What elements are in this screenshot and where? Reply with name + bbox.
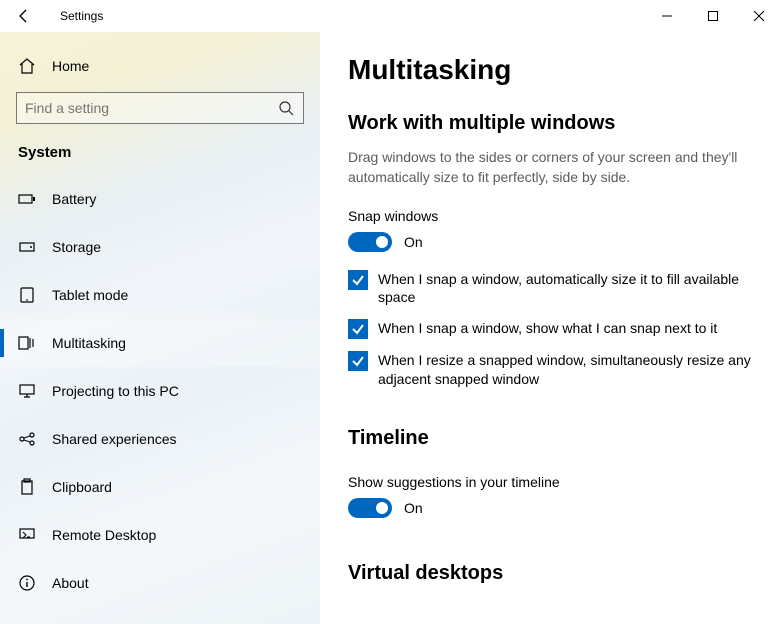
sidebar-item-storage[interactable]: Storage	[0, 223, 320, 271]
shared-icon	[18, 430, 36, 448]
snap-resize-label: When I resize a snapped window, simultan…	[378, 351, 772, 389]
sidebar-item-label: Clipboard	[52, 479, 112, 495]
timeline-toggle-row: On	[348, 498, 772, 518]
sidebar-item-label: Projecting to this PC	[52, 383, 179, 399]
checkmark-icon	[349, 271, 367, 289]
sidebar-item-label: Multitasking	[52, 335, 126, 351]
snap-windows-toggle-row: On	[348, 232, 772, 252]
virtual-desktops-heading: Virtual desktops	[348, 562, 772, 585]
search-container	[16, 92, 304, 124]
remote-desktop-icon	[18, 526, 36, 544]
sidebar-home[interactable]: Home	[0, 44, 320, 88]
main-panel: Multitasking Work with multiple windows …	[320, 32, 782, 624]
sidebar-item-label: Shared experiences	[52, 431, 177, 447]
window-controls	[644, 0, 782, 32]
sidebar: Home System Battery Storage	[0, 32, 320, 624]
home-icon	[18, 57, 36, 75]
snap-show-label: When I snap a window, show what I can sn…	[378, 319, 717, 338]
snap-fill-checkbox-row: When I snap a window, automatically size…	[348, 270, 772, 308]
sidebar-item-label: Remote Desktop	[52, 527, 156, 543]
sidebar-item-label: Battery	[52, 191, 96, 207]
search-box[interactable]	[16, 92, 304, 124]
snap-fill-checkbox[interactable]	[348, 270, 368, 290]
sidebar-item-label: Storage	[52, 239, 101, 255]
minimize-icon	[658, 7, 676, 25]
sidebar-item-about[interactable]: About	[0, 559, 320, 607]
sidebar-section: System	[0, 134, 320, 175]
storage-icon	[18, 238, 36, 256]
checkmark-icon	[349, 352, 367, 370]
window-title: Settings	[48, 9, 103, 23]
sidebar-item-tablet-mode[interactable]: Tablet mode	[0, 271, 320, 319]
sidebar-item-projecting[interactable]: Projecting to this PC	[0, 367, 320, 415]
maximize-button[interactable]	[690, 0, 736, 32]
sidebar-item-battery[interactable]: Battery	[0, 175, 320, 223]
sidebar-item-multitasking[interactable]: Multitasking	[0, 319, 320, 367]
sidebar-home-label: Home	[52, 58, 89, 74]
battery-icon	[18, 190, 36, 208]
snap-windows-label: Snap windows	[348, 208, 772, 224]
page-title: Multitasking	[348, 54, 772, 86]
timeline-toggle[interactable]	[348, 498, 392, 518]
back-button[interactable]	[0, 0, 48, 32]
clipboard-icon	[18, 478, 36, 496]
titlebar: Settings	[0, 0, 782, 32]
sidebar-item-label: Tablet mode	[52, 287, 128, 303]
snap-fill-label: When I snap a window, automatically size…	[378, 270, 772, 308]
snap-windows-state: On	[404, 234, 423, 250]
arrow-left-icon	[15, 7, 33, 25]
info-icon	[18, 574, 36, 592]
projecting-icon	[18, 382, 36, 400]
work-description: Drag windows to the sides or corners of …	[348, 147, 772, 188]
sidebar-item-label: About	[52, 575, 89, 591]
sidebar-item-shared-experiences[interactable]: Shared experiences	[0, 415, 320, 463]
checkmark-icon	[349, 320, 367, 338]
snap-show-checkbox-row: When I snap a window, show what I can sn…	[348, 319, 772, 339]
sidebar-item-clipboard[interactable]: Clipboard	[0, 463, 320, 511]
multitasking-icon	[18, 334, 36, 352]
work-heading: Work with multiple windows	[348, 112, 772, 135]
search-icon	[277, 99, 295, 117]
minimize-button[interactable]	[644, 0, 690, 32]
snap-resize-checkbox[interactable]	[348, 351, 368, 371]
close-button[interactable]	[736, 0, 782, 32]
snap-windows-toggle[interactable]	[348, 232, 392, 252]
timeline-heading: Timeline	[348, 427, 772, 450]
snap-resize-checkbox-row: When I resize a snapped window, simultan…	[348, 351, 772, 389]
snap-show-checkbox[interactable]	[348, 319, 368, 339]
tablet-icon	[18, 286, 36, 304]
maximize-icon	[704, 7, 722, 25]
timeline-label: Show suggestions in your timeline	[348, 474, 772, 490]
timeline-state: On	[404, 500, 423, 516]
close-icon	[750, 7, 768, 25]
search-input[interactable]	[25, 100, 277, 116]
sidebar-item-remote-desktop[interactable]: Remote Desktop	[0, 511, 320, 559]
